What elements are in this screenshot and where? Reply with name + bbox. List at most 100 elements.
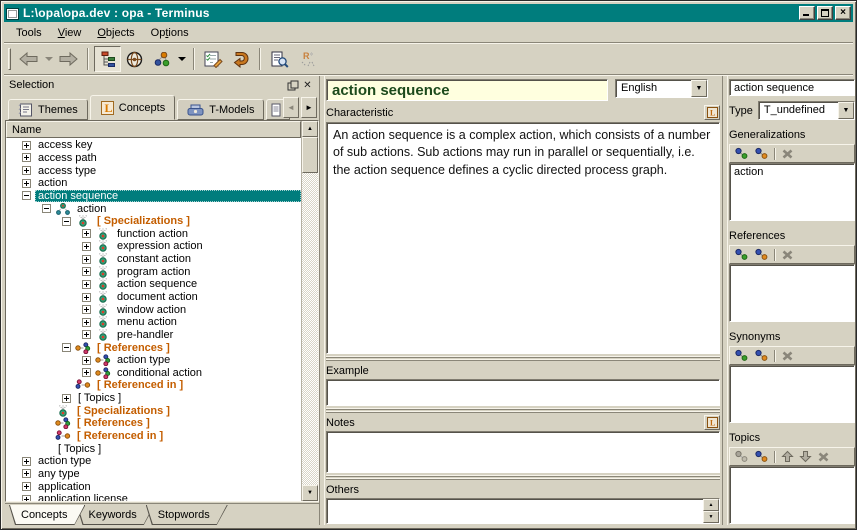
float-panel-button[interactable]	[285, 78, 300, 92]
topics-move-down-button[interactable]	[799, 450, 812, 463]
bottom-tab-stopwords[interactable]: Stopwords	[146, 505, 228, 525]
tree-row[interactable]: function action	[6, 227, 301, 240]
references-list[interactable]	[729, 264, 855, 322]
tab-themes[interactable]: Themes	[8, 99, 88, 120]
expand-icon[interactable]	[82, 330, 91, 339]
back-history-button[interactable]	[42, 46, 55, 72]
synonyms-add-relation-button[interactable]	[734, 349, 749, 362]
tree-row[interactable]: conditional action	[6, 367, 301, 380]
expand-icon[interactable]	[22, 482, 31, 491]
concept-name-input[interactable]: action sequence	[729, 79, 855, 96]
tree-row[interactable]: access key	[6, 139, 301, 152]
close-panel-button[interactable]: ✕	[300, 78, 315, 92]
tree-row[interactable]: [ Topics ]	[6, 442, 301, 455]
tree-row[interactable]: menu action	[6, 316, 301, 329]
notes-textarea[interactable]	[326, 431, 720, 473]
tree-row[interactable]: access type	[6, 164, 301, 177]
expand-icon[interactable]	[22, 495, 31, 501]
tree-row[interactable]: [ References ]	[6, 341, 301, 354]
tree-row[interactable]: [ Referenced in ]	[6, 379, 301, 392]
tree-row[interactable]: action type	[6, 354, 301, 367]
topics-add-reference-button[interactable]	[754, 450, 769, 463]
expand-icon[interactable]	[82, 242, 91, 251]
menu-view[interactable]: View	[50, 25, 90, 41]
tree-row[interactable]: action sequence	[6, 278, 301, 291]
scrollbar-thumb[interactable]	[302, 137, 318, 173]
tree-row[interactable]: any type	[6, 468, 301, 481]
tree-row[interactable]: pre-handler	[6, 329, 301, 342]
expand-icon[interactable]	[82, 305, 91, 314]
expand-icon[interactable]	[82, 356, 91, 365]
references-add-reference-button[interactable]	[754, 248, 769, 261]
language-select[interactable]: English ▼	[615, 79, 708, 98]
tree-row[interactable]: [ Specializations ]	[6, 215, 301, 228]
tree-row[interactable]: [ Specializations ]	[6, 404, 301, 417]
objects-dropdown-button[interactable]	[175, 46, 188, 72]
references-button[interactable]: R	[293, 46, 320, 72]
spin-down-button[interactable]: ▼	[703, 511, 719, 523]
revert-button[interactable]	[227, 46, 254, 72]
toolbar-grip[interactable]	[8, 48, 11, 70]
generalizations-delete-button[interactable]	[781, 148, 794, 160]
synonyms-delete-button[interactable]	[781, 350, 794, 362]
expand-icon[interactable]	[22, 166, 31, 175]
collapse-icon[interactable]	[62, 343, 71, 352]
others-field[interactable]	[326, 498, 720, 524]
edit-form-button[interactable]	[200, 46, 227, 72]
characteristic-language-button[interactable]: L	[704, 105, 720, 120]
generalizations-list[interactable]: action	[729, 163, 855, 221]
tree-view-button[interactable]	[94, 46, 121, 72]
expand-icon[interactable]	[82, 318, 91, 327]
tab-t-models[interactable]: T-Models	[177, 99, 264, 120]
tree-scrollbar[interactable]: ▲ ▼	[301, 121, 318, 501]
example-textarea[interactable]	[326, 379, 720, 406]
topics-move-up-button[interactable]	[781, 450, 794, 463]
name-column-header[interactable]: Name	[6, 121, 301, 138]
generalizations-add-relation-button[interactable]	[734, 147, 749, 160]
tree-row[interactable]: action	[6, 202, 301, 215]
minimize-button[interactable]	[799, 6, 815, 20]
chevron-down-icon[interactable]: ▼	[691, 80, 707, 97]
objects-button[interactable]	[148, 46, 175, 72]
scroll-up-button[interactable]: ▲	[302, 121, 318, 137]
section-splitter[interactable]	[326, 473, 720, 481]
scrollbar-track[interactable]	[302, 173, 318, 485]
tree-row[interactable]: document action	[6, 291, 301, 304]
tree-row[interactable]: action sequence	[6, 190, 301, 203]
forward-button[interactable]	[55, 46, 82, 72]
title-bar[interactable]: L:\opa\opa.dev : opa - Terminus ×	[4, 4, 853, 22]
expand-icon[interactable]	[22, 153, 31, 162]
menu-tools[interactable]: Tools	[8, 25, 50, 41]
expand-icon[interactable]	[22, 141, 31, 150]
tab-scroll-left-button[interactable]: ◄	[283, 97, 299, 118]
back-button[interactable]	[15, 46, 42, 72]
expand-icon[interactable]	[82, 368, 91, 377]
expand-icon[interactable]	[82, 280, 91, 289]
references-add-relation-button[interactable]	[734, 248, 749, 261]
bottom-tab-concepts[interactable]: Concepts	[9, 505, 85, 525]
tree-row[interactable]: program action	[6, 265, 301, 278]
left-splitter[interactable]	[319, 76, 325, 525]
tree-row[interactable]: action	[6, 177, 301, 190]
tree-row[interactable]: [ Referenced in ]	[6, 430, 301, 443]
scroll-down-button[interactable]: ▼	[302, 485, 318, 501]
expand-icon[interactable]	[22, 457, 31, 466]
expand-icon[interactable]	[22, 469, 31, 478]
notes-language-button[interactable]: L	[704, 415, 720, 430]
tree-row[interactable]: action type	[6, 455, 301, 468]
synonyms-list[interactable]	[729, 365, 855, 423]
collapse-icon[interactable]	[42, 204, 51, 213]
browse-button[interactable]	[121, 46, 148, 72]
references-delete-button[interactable]	[781, 249, 794, 261]
topics-list[interactable]	[729, 466, 855, 524]
chevron-down-icon[interactable]: ▼	[838, 102, 854, 119]
expand-icon[interactable]	[82, 267, 91, 276]
report-button[interactable]	[266, 46, 293, 72]
tree-row[interactable]: access path	[6, 152, 301, 165]
tree-row[interactable]: [ Topics ]	[6, 392, 301, 405]
section-splitter[interactable]	[326, 406, 720, 414]
topics-delete-button[interactable]	[817, 451, 830, 463]
tree-row[interactable]: expression action	[6, 240, 301, 253]
expand-icon[interactable]	[62, 394, 71, 403]
collapse-icon[interactable]	[62, 217, 71, 226]
